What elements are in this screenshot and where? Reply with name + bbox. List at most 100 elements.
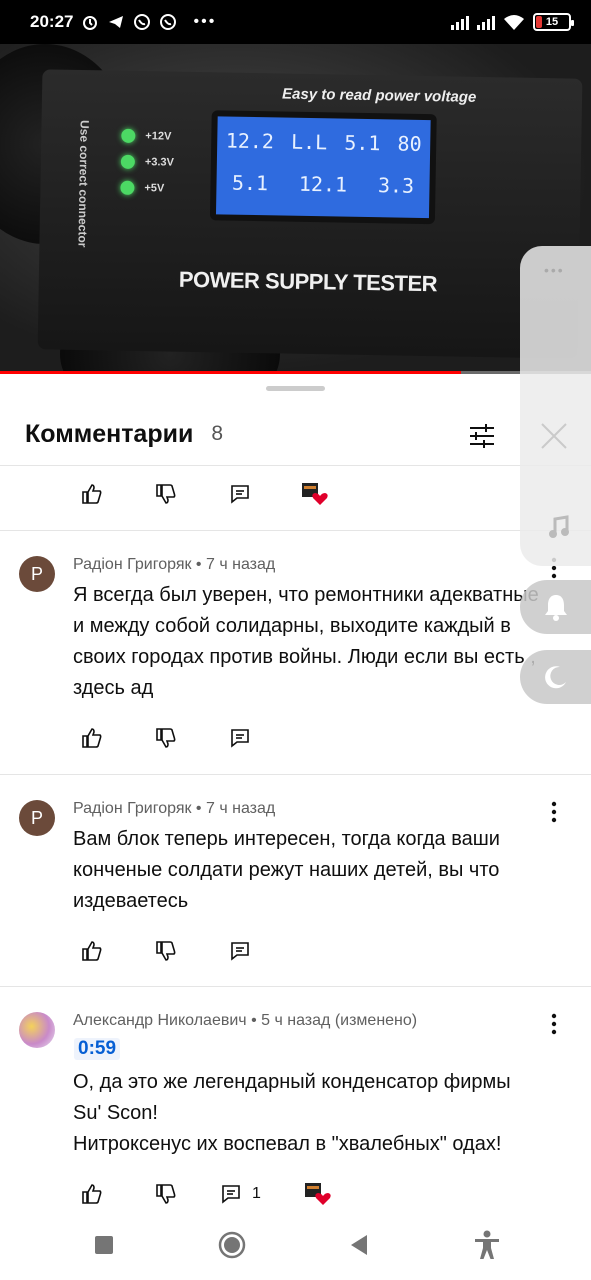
comment-text: Я всегда был уверен, что ремонтники адек… — [73, 584, 539, 699]
music-note-icon[interactable] — [546, 514, 572, 540]
status-time: 20:27 — [30, 12, 74, 31]
comment-meta: Радіон Григоряк • 7 ч назад — [73, 800, 276, 817]
comment-time: 5 ч назад (изменено) — [261, 1012, 418, 1029]
comment-actions: 1 — [72, 1178, 337, 1210]
reply-button[interactable]: 1 — [220, 1178, 261, 1210]
more-options-icon[interactable] — [546, 800, 562, 824]
creator-heart-badge — [297, 1178, 337, 1210]
lcd-value: 3.3 — [377, 173, 415, 198]
power-supply-tester: Easy to read power voltage Use correct c… — [37, 69, 583, 359]
comment-meta: Радіон Григоряк • 7 ч назад — [73, 556, 276, 573]
comment-time: 7 ч назад — [205, 556, 276, 573]
comment-item: Р Радіон Григоряк • 7 ч назад Я всегда б… — [0, 530, 591, 774]
lcd-value: L.L — [290, 129, 328, 155]
lcd-value: 12.1 — [298, 171, 348, 197]
video-player[interactable]: Easy to read power voltage Use correct c… — [0, 44, 591, 374]
comment-text-line: Su' Scon! — [73, 1102, 158, 1124]
comment-author[interactable]: Александр Николаевич — [73, 1012, 247, 1029]
more-dots-icon[interactable]: ••• — [544, 262, 565, 278]
lcd-value: 5.1 — [231, 170, 269, 196]
reply-icon — [231, 729, 249, 748]
accessibility-button[interactable] — [465, 1223, 509, 1267]
comments-header: Комментарии 8 — [0, 404, 591, 464]
thumbs-down-icon — [156, 941, 176, 961]
like-button[interactable] — [72, 722, 112, 754]
back-triangle-icon — [351, 1235, 368, 1255]
home-button[interactable] — [210, 1223, 254, 1267]
like-button[interactable] — [72, 935, 112, 967]
led-12v: +12V — [121, 128, 174, 144]
comments-title: Комментарии — [25, 419, 194, 448]
accessibility-icon — [475, 1230, 500, 1259]
thumbs-up-icon — [82, 728, 102, 748]
drag-handle[interactable] — [266, 386, 325, 391]
dislike-button[interactable] — [146, 1178, 186, 1210]
dislike-button[interactable] — [146, 722, 186, 754]
more-options-icon[interactable] — [546, 1012, 562, 1036]
comment-meta: Александр Николаевич • 5 ч назад (измене… — [73, 1012, 418, 1029]
comment-author[interactable]: Радіон Григоряк — [73, 556, 191, 573]
reply-count: 1 — [252, 1185, 261, 1202]
led-33v: +3.3V — [120, 154, 174, 170]
reply-button[interactable] — [220, 722, 260, 754]
dislike-button[interactable] — [146, 478, 186, 510]
moon-icon — [544, 666, 566, 689]
lcd-value: 12.2 — [225, 128, 275, 154]
avatar[interactable] — [19, 1012, 55, 1048]
comment-actions — [72, 722, 260, 754]
reply-icon — [231, 942, 249, 961]
battery-icon: 15 — [533, 13, 574, 31]
square-icon — [94, 1236, 113, 1254]
timestamp-link[interactable]: 0:59 — [74, 1038, 121, 1060]
viber-icon — [160, 14, 177, 30]
telegram-icon — [109, 16, 124, 28]
floating-side-panel: ••• — [520, 246, 591, 566]
thumbs-down-icon — [156, 728, 176, 748]
comments-sheet: Комментарии 8 Р Радіон Григоряк • 7 ч на… — [0, 374, 591, 1280]
like-button[interactable] — [72, 478, 112, 510]
viber-icon — [134, 14, 151, 30]
comments-count: 8 — [211, 422, 224, 445]
thumbs-up-icon — [82, 1184, 102, 1204]
device-title: Easy to read power voltage — [281, 85, 477, 106]
sliders-icon — [470, 424, 494, 448]
avatar[interactable]: Р — [19, 800, 55, 836]
more-dots-icon: ••• — [193, 13, 217, 30]
dislike-button[interactable] — [146, 935, 186, 967]
comment-text: Вам блок теперь интересен, тогда когда в… — [73, 828, 500, 912]
status-bar: 20:27 ••• 15 — [0, 0, 591, 44]
creator-heart-badge — [294, 478, 334, 510]
comment-actions — [72, 935, 260, 967]
reply-button[interactable] — [220, 935, 260, 967]
thumbs-down-icon — [156, 1184, 176, 1204]
header-divider — [0, 465, 591, 466]
comment-actions — [72, 478, 334, 510]
creator-heart-icon — [302, 483, 328, 505]
device-label: POWER SUPPLY TESTER — [178, 266, 438, 297]
comment-time: 7 ч назад — [205, 800, 276, 817]
battery-level: 15 — [545, 16, 559, 28]
dark-mode-button[interactable] — [520, 650, 591, 704]
avatar[interactable]: Р — [19, 556, 55, 592]
reply-icon — [222, 1185, 240, 1204]
lcd-value: 80 — [397, 131, 422, 156]
system-navigation-bar — [0, 1210, 591, 1280]
recents-button[interactable] — [82, 1223, 126, 1267]
lcd-value: 5.1 — [344, 130, 381, 156]
reply-button[interactable] — [220, 478, 260, 510]
comment-text: О, да это же легендарный конденсатор фир… — [73, 1067, 553, 1160]
comment-item: Р Радіон Григоряк • 7 ч назад Вам блок т… — [0, 774, 591, 986]
led-group: +12V +3.3V +5V — [120, 128, 174, 196]
wifi-icon — [504, 15, 524, 30]
thumbs-up-icon — [82, 941, 102, 961]
notification-bell-button[interactable] — [520, 580, 591, 634]
back-button[interactable] — [337, 1223, 381, 1267]
sort-filter-button[interactable] — [462, 416, 502, 456]
bell-icon — [544, 595, 567, 621]
alarm-icon — [83, 16, 98, 30]
comment-text-line: О, да это же легендарный конденсатор фир… — [73, 1071, 511, 1093]
signal-icon — [477, 14, 495, 30]
comment-author[interactable]: Радіон Григоряк — [73, 800, 191, 817]
like-button[interactable] — [72, 1178, 112, 1210]
signal-icon — [451, 14, 469, 30]
